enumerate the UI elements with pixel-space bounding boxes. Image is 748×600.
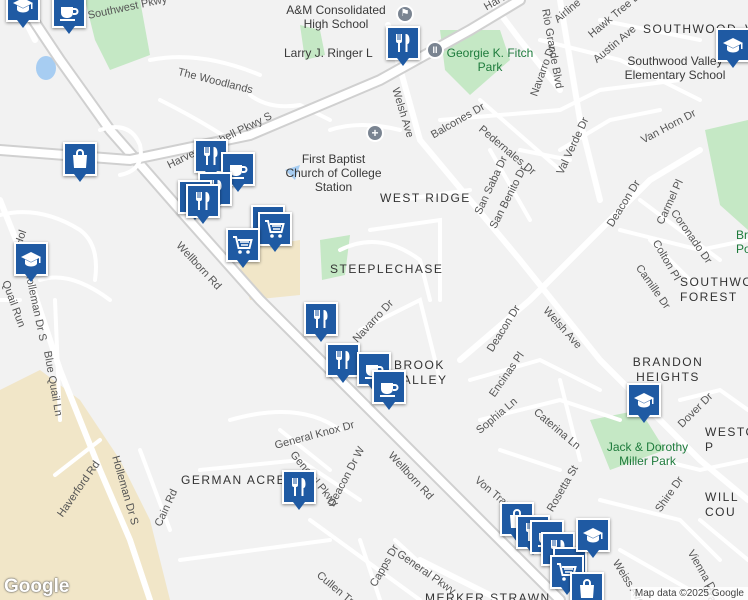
cafe-icon: [380, 383, 399, 397]
poi-label[interactable]: Larry J. Ringer L: [284, 46, 373, 60]
cafe-marker[interactable]: [52, 0, 86, 34]
restaurant-icon: [336, 351, 350, 369]
restaurant-icon: [396, 34, 410, 52]
restaurant-marker[interactable]: [304, 302, 338, 342]
poi-label[interactable]: First Baptist Church of College Station: [281, 152, 386, 194]
restaurant-icon: [314, 310, 328, 328]
neighborhood-label: WEST RIDGE: [380, 191, 471, 205]
restaurant-icon: [292, 478, 306, 496]
neighborhood-label: STEEPLECHASE: [330, 262, 444, 276]
school-icon: [21, 252, 41, 267]
cafe-icon: [60, 7, 79, 21]
poi-label[interactable]: Jack & Dorothy Miller Park: [605, 440, 690, 468]
map-canvas[interactable]: WEST RIDGE STEEPLECHASE SOUTHWOOD VALLEY…: [0, 0, 748, 600]
school-icon: [13, 0, 33, 13]
neighborhood-label: SOUTHWOOD FOREST: [680, 275, 748, 304]
shopping-marker[interactable]: [570, 572, 604, 600]
neighborhood-label: WESTON P: [705, 425, 748, 454]
church-icon[interactable]: +: [366, 124, 384, 142]
map-base: [0, 0, 748, 600]
neighborhood-label: GERMAN ACRES: [181, 473, 296, 487]
neighborhood-label: BRANDON HEIGHTS: [632, 355, 704, 384]
poi-label[interactable]: Southwood Valley Elementary School: [620, 54, 730, 82]
restaurant-marker[interactable]: [186, 184, 220, 224]
restaurant-icon: [204, 147, 218, 165]
school-icon: [634, 393, 654, 408]
cafe-marker[interactable]: [372, 370, 406, 410]
grocery-marker[interactable]: [226, 228, 260, 268]
restaurant-marker[interactable]: [282, 470, 316, 510]
school-marker[interactable]: [716, 28, 748, 68]
grocery-icon: [265, 220, 285, 238]
school-icon: [583, 528, 603, 543]
poi-label[interactable]: Georgie K. Fitch Park: [445, 46, 535, 74]
restaurant-marker[interactable]: [326, 343, 360, 383]
map-attribution[interactable]: Map data ©2025 Google: [630, 587, 748, 600]
school-icon[interactable]: ⚑: [396, 5, 414, 23]
shopping-icon: [580, 579, 594, 598]
shopping-marker[interactable]: [63, 142, 97, 182]
school-marker[interactable]: [627, 383, 661, 423]
restaurant-marker[interactable]: [386, 26, 420, 66]
school-icon: [723, 38, 743, 53]
school-marker[interactable]: [14, 242, 48, 282]
pause-icon[interactable]: II: [426, 41, 444, 59]
shopping-icon: [73, 149, 87, 168]
school-marker[interactable]: [6, 0, 40, 28]
neighborhood-label: WILL COU: [705, 490, 739, 519]
poi-label[interactable]: Br Po: [736, 228, 748, 256]
restaurant-icon: [196, 192, 210, 210]
google-logo[interactable]: Google: [4, 576, 69, 598]
grocery-icon: [233, 236, 253, 254]
school-marker[interactable]: [576, 518, 610, 558]
poi-label[interactable]: A&M Consolidated High School: [276, 3, 396, 31]
grocery-marker[interactable]: [258, 212, 292, 252]
